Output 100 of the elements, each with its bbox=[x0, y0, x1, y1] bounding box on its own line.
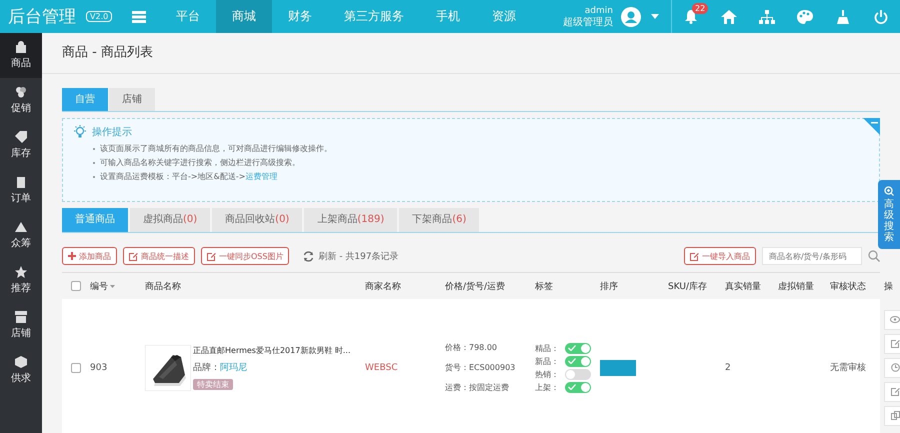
scope-tab[interactable]: 店铺 bbox=[109, 88, 155, 111]
toggle-switch[interactable] bbox=[565, 356, 591, 366]
search-icon[interactable] bbox=[868, 250, 880, 262]
zoom-icon bbox=[884, 186, 894, 196]
product-tab[interactable]: 下架商品(6) bbox=[399, 208, 480, 232]
tag-label: 上架： bbox=[535, 382, 559, 392]
record-count[interactable]: 刷新 - 共197条记录 bbox=[318, 250, 399, 262]
table-cell-text: 无需审核 bbox=[830, 362, 867, 374]
sort-icon[interactable] bbox=[110, 284, 115, 288]
notification-badge: 22 bbox=[692, 3, 708, 14]
copy-icon bbox=[890, 411, 900, 420]
check-icon bbox=[568, 384, 576, 390]
column-header: 商家名称 bbox=[365, 280, 401, 292]
scope-tab[interactable]: 自营 bbox=[62, 88, 108, 111]
sidebar-item[interactable]: 订单 bbox=[0, 168, 42, 213]
advanced-search-button[interactable]: 高级搜索 bbox=[878, 180, 900, 249]
product-tab[interactable]: 普通商品 bbox=[62, 208, 128, 232]
sidebar-item[interactable]: 商品 bbox=[0, 33, 42, 78]
row-checkbox[interactable] bbox=[71, 362, 81, 372]
column-header: 价格/货号/运费 bbox=[445, 280, 506, 292]
edit-button[interactable] bbox=[884, 334, 900, 354]
view-button[interactable] bbox=[884, 310, 900, 330]
tips-title: 操作提示 bbox=[92, 126, 132, 139]
user-name: admin bbox=[584, 6, 613, 16]
column-header: 编号 bbox=[90, 280, 108, 292]
column-header: 审核状态 bbox=[830, 280, 866, 292]
version-badge: V2.0 bbox=[86, 11, 112, 22]
product-tab[interactable]: 商品回收站(0) bbox=[212, 208, 302, 232]
column-header: 操 bbox=[884, 280, 893, 292]
edit-icon bbox=[207, 252, 216, 260]
column-header: 标签 bbox=[535, 280, 553, 292]
store-icon bbox=[15, 311, 27, 323]
nav-tab[interactable]: 资源 bbox=[476, 0, 532, 33]
palette-icon[interactable] bbox=[797, 10, 813, 24]
refresh-icon[interactable] bbox=[303, 250, 314, 262]
product-name[interactable]: 正品直邮Hermes爱马仕2017新款男鞋 时... bbox=[193, 345, 350, 356]
brand-label: 品牌： bbox=[193, 362, 220, 374]
avatar-icon[interactable] bbox=[621, 6, 641, 26]
nav-tab[interactable]: 手机 bbox=[420, 0, 476, 33]
edit-button[interactable] bbox=[884, 382, 900, 402]
sku-number: 货号：ECS000903 bbox=[445, 362, 516, 373]
sidebar-item[interactable]: 供求 bbox=[0, 348, 42, 393]
user-role: 超级管理员 bbox=[563, 16, 613, 28]
toggle-switch[interactable] bbox=[565, 342, 591, 354]
toggle-switch[interactable] bbox=[565, 368, 591, 380]
sidebar-item[interactable]: 促销 bbox=[0, 78, 42, 123]
eye-icon bbox=[890, 316, 900, 323]
search-field[interactable]: 商品名称/货号/条形码 bbox=[762, 247, 862, 265]
toolbar-button[interactable]: 商品统一描述 bbox=[123, 247, 195, 265]
column-header: 虚拟销量 bbox=[778, 280, 814, 292]
bell-icon[interactable] bbox=[684, 9, 698, 24]
nav-tab[interactable]: 商城 bbox=[216, 0, 272, 33]
sidebar-item[interactable]: 库存 bbox=[0, 123, 42, 168]
edit-icon bbox=[129, 252, 138, 260]
sitemap-icon[interactable] bbox=[759, 10, 775, 24]
triangle-icon bbox=[15, 221, 27, 233]
column-header: 商品名称 bbox=[145, 280, 181, 292]
menu-icon[interactable] bbox=[132, 10, 146, 22]
power-icon[interactable] bbox=[874, 10, 888, 24]
clock-icon bbox=[890, 363, 900, 372]
price-text: 价格：798.00 bbox=[445, 342, 497, 353]
tip-text: 设置商品运费模板：平台->地区&配送->运费管理 bbox=[100, 171, 278, 182]
caret-icon[interactable] bbox=[651, 14, 659, 19]
log-button[interactable] bbox=[884, 358, 900, 378]
edit-icon bbox=[890, 387, 900, 396]
app-logo: 后台管理 bbox=[8, 6, 76, 28]
broom-icon[interactable] bbox=[836, 10, 850, 24]
sort-field[interactable] bbox=[600, 360, 636, 376]
brand-link[interactable]: 阿玛尼 bbox=[220, 361, 247, 374]
edit-icon bbox=[890, 339, 900, 348]
shipping-link[interactable]: 运费管理 bbox=[245, 172, 278, 181]
tip-text: 该页面展示了商城所有的商品信息，可对商品进行编辑修改操作。 bbox=[100, 143, 332, 154]
toggle-switch[interactable] bbox=[565, 382, 591, 392]
select-all-checkbox[interactable] bbox=[71, 281, 81, 291]
lightbulb-icon bbox=[73, 125, 87, 139]
toolbar-button[interactable]: 一键同步OSS图片 bbox=[201, 247, 290, 265]
nav-tab[interactable]: 第三方服务 bbox=[328, 0, 420, 33]
sidebar-item[interactable]: 推荐 bbox=[0, 258, 42, 303]
collapse-button[interactable] bbox=[863, 118, 880, 135]
sidebar-item[interactable]: 店铺 bbox=[0, 303, 42, 348]
import-button[interactable]: 一键导入商品 bbox=[684, 247, 756, 265]
home-icon[interactable] bbox=[721, 10, 737, 24]
clipboard-icon bbox=[15, 176, 27, 188]
tag-label: 热销： bbox=[535, 368, 559, 380]
merchant-name[interactable]: WEBSC bbox=[365, 362, 445, 372]
cube-icon bbox=[15, 356, 27, 368]
toolbar-button[interactable]: 添加商品 bbox=[62, 247, 117, 265]
nav-tab[interactable]: 财务 bbox=[272, 0, 328, 33]
product-tab[interactable]: 虚拟商品(0) bbox=[130, 208, 210, 232]
product-tab[interactable]: 上架商品(189) bbox=[304, 208, 398, 232]
breadcrumb: 商品 - 商品列表 bbox=[42, 33, 900, 74]
sidebar-item[interactable]: 众筹 bbox=[0, 213, 42, 258]
column-header: 排序 bbox=[600, 280, 618, 292]
column-header: SKU/库存 bbox=[668, 280, 707, 292]
plus-icon bbox=[68, 252, 76, 260]
shipping-text: 运费：按固定运费 bbox=[445, 382, 509, 393]
star-icon bbox=[15, 266, 27, 278]
tag-label: 精品： bbox=[535, 342, 559, 354]
copy-button[interactable] bbox=[884, 406, 900, 426]
nav-tab[interactable]: 平台 bbox=[160, 0, 216, 33]
